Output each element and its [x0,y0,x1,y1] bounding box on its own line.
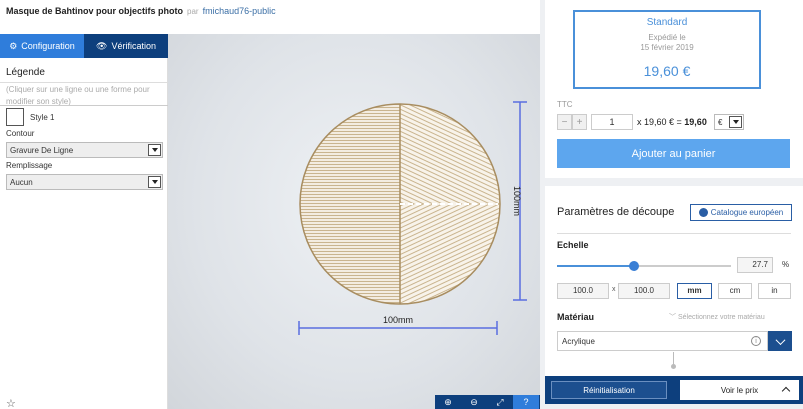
tab-verification-label: Vérification [111,41,156,51]
material-hint-text: Sélectionnez votre matériau [677,314,765,321]
star-icon[interactable]: ☆ [6,397,16,409]
scale-slider-fill [557,265,634,267]
add-to-cart-button[interactable]: Ajouter au panier [557,139,790,168]
material-value: Acrylique [562,336,595,346]
tab-configuration[interactable]: ⚙ Configuration [0,34,84,58]
fit-screen-icon[interactable]: ⤢ [487,395,513,409]
offer-name: Standard [646,17,688,28]
quantity-input[interactable]: 1 [591,114,633,130]
see-price-label: Voir le prix [720,385,759,395]
contour-label: Contour [6,129,35,138]
info-icon[interactable]: i [751,336,761,346]
material-select[interactable]: Acrylique i [557,331,768,351]
offer-price: 19,60 € [643,63,691,79]
bahtinov-mask[interactable] [299,103,501,305]
offer-standard[interactable]: Standard Expédié le 15 février 2019 19,6… [573,10,761,89]
style-name: Style 1 [30,113,55,122]
configuration-panel: Légende (Cliquer sur une ligne ou une fo… [0,58,168,409]
scale-slider-track[interactable] [557,265,731,267]
ttc-label: TTC [557,100,573,109]
zoom-in-icon[interactable]: ⊕ [435,395,461,409]
author-link[interactable]: fmichaud76-public [203,6,276,16]
quantity-increase-button[interactable]: + [572,114,587,130]
price-panel: Standard Expédié le 15 février 2019 19,6… [545,0,803,178]
material-label: Matériau [557,312,595,322]
panel-tabs: ⚙ Configuration 👁 Vérification [0,34,168,58]
scale-unit: % [782,260,790,269]
legend-title: Légende [6,67,45,78]
cut-settings-title: Paramètres de découpe [557,206,675,218]
by-label: par [187,6,199,16]
footer-bar: Réinitialisation Voir le prix [545,376,803,404]
catalog-label: Catalogue européen [710,208,784,217]
globe-icon [698,208,708,217]
divider [0,82,168,83]
order-sidebar: Standard Expédié le 15 février 2019 19,6… [545,0,803,409]
tab-verification[interactable]: 👁 Vérification [84,34,168,58]
scale-slider-thumb[interactable] [628,261,639,271]
chevron-down-icon[interactable] [729,116,742,128]
cut-settings-panel: Paramètres de découpe Catalogue européen… [545,186,803,376]
contour-value: Gravure De Ligne [10,145,74,155]
editor-area: Masque de Bahtinov pour objectifs photo … [0,0,540,409]
scale-label: Echelle [557,240,589,250]
tab-configuration-label: Configuration [21,41,75,51]
chevron-down-icon[interactable] [148,144,161,156]
fill-label: Remplissage [6,161,53,170]
chevron-down-icon: ﹀ [669,314,678,321]
title-bar: Masque de Bahtinov pour objectifs photo … [0,0,540,22]
gear-icon: ⚙ [9,40,18,51]
chevron-up-icon [781,386,791,396]
zoom-controls: ⊕ ⊖ ⤢ ? [435,395,540,409]
contour-select[interactable]: Gravure De Ligne [6,142,163,158]
fill-select[interactable]: Aucun [6,174,163,190]
times-symbol: x [612,286,616,293]
unit-cm-button[interactable]: cm [718,283,752,299]
design-canvas[interactable]: 100mm 100mm [168,34,540,409]
width-label: 100mm [383,315,413,325]
height-label: 100mm [512,186,522,216]
reset-button[interactable]: Réinitialisation [551,381,667,399]
european-catalog-button[interactable]: Catalogue européen [690,204,792,221]
quantity-total: x 19,60 € = 19,60 [637,117,707,127]
quantity-calc-total: 19,60 [684,117,707,127]
unit-in-button[interactable]: in [758,283,791,299]
fill-value: Aucun [10,177,33,187]
project-title: Masque de Bahtinov pour objectifs photo [6,6,184,16]
width-input[interactable]: 100.0 [557,283,609,299]
height-input[interactable]: 100.0 [618,283,670,299]
offer-shipped-label: Expédié le [648,33,686,42]
unit-mm-button[interactable]: mm [677,283,712,299]
eye-icon: 👁 [96,40,108,51]
divider [0,105,168,106]
quantity-calc-prefix: x 19,60 € = [637,117,685,127]
design-preview: 100mm 100mm [298,101,527,335]
zoom-out-icon[interactable]: ⊖ [461,395,487,409]
offer-date: 15 février 2019 [640,43,694,52]
chevron-down-icon[interactable] [148,176,161,188]
connector-dot [671,364,676,369]
divider [557,233,791,234]
currency-value: € [718,117,723,127]
app-root: Masque de Bahtinov pour objectifs photo … [0,0,803,409]
material-dropdown-button[interactable] [768,331,792,351]
quantity-decrease-button[interactable]: − [557,114,572,130]
currency-select[interactable]: € [714,114,744,130]
scale-input[interactable]: 27.7 [737,257,773,273]
help-icon[interactable]: ? [513,395,539,409]
material-hint: ﹀ Sélectionnez votre matériau [669,312,765,322]
see-price-button[interactable]: Voir le prix [680,380,799,400]
style-swatch[interactable] [6,108,24,126]
